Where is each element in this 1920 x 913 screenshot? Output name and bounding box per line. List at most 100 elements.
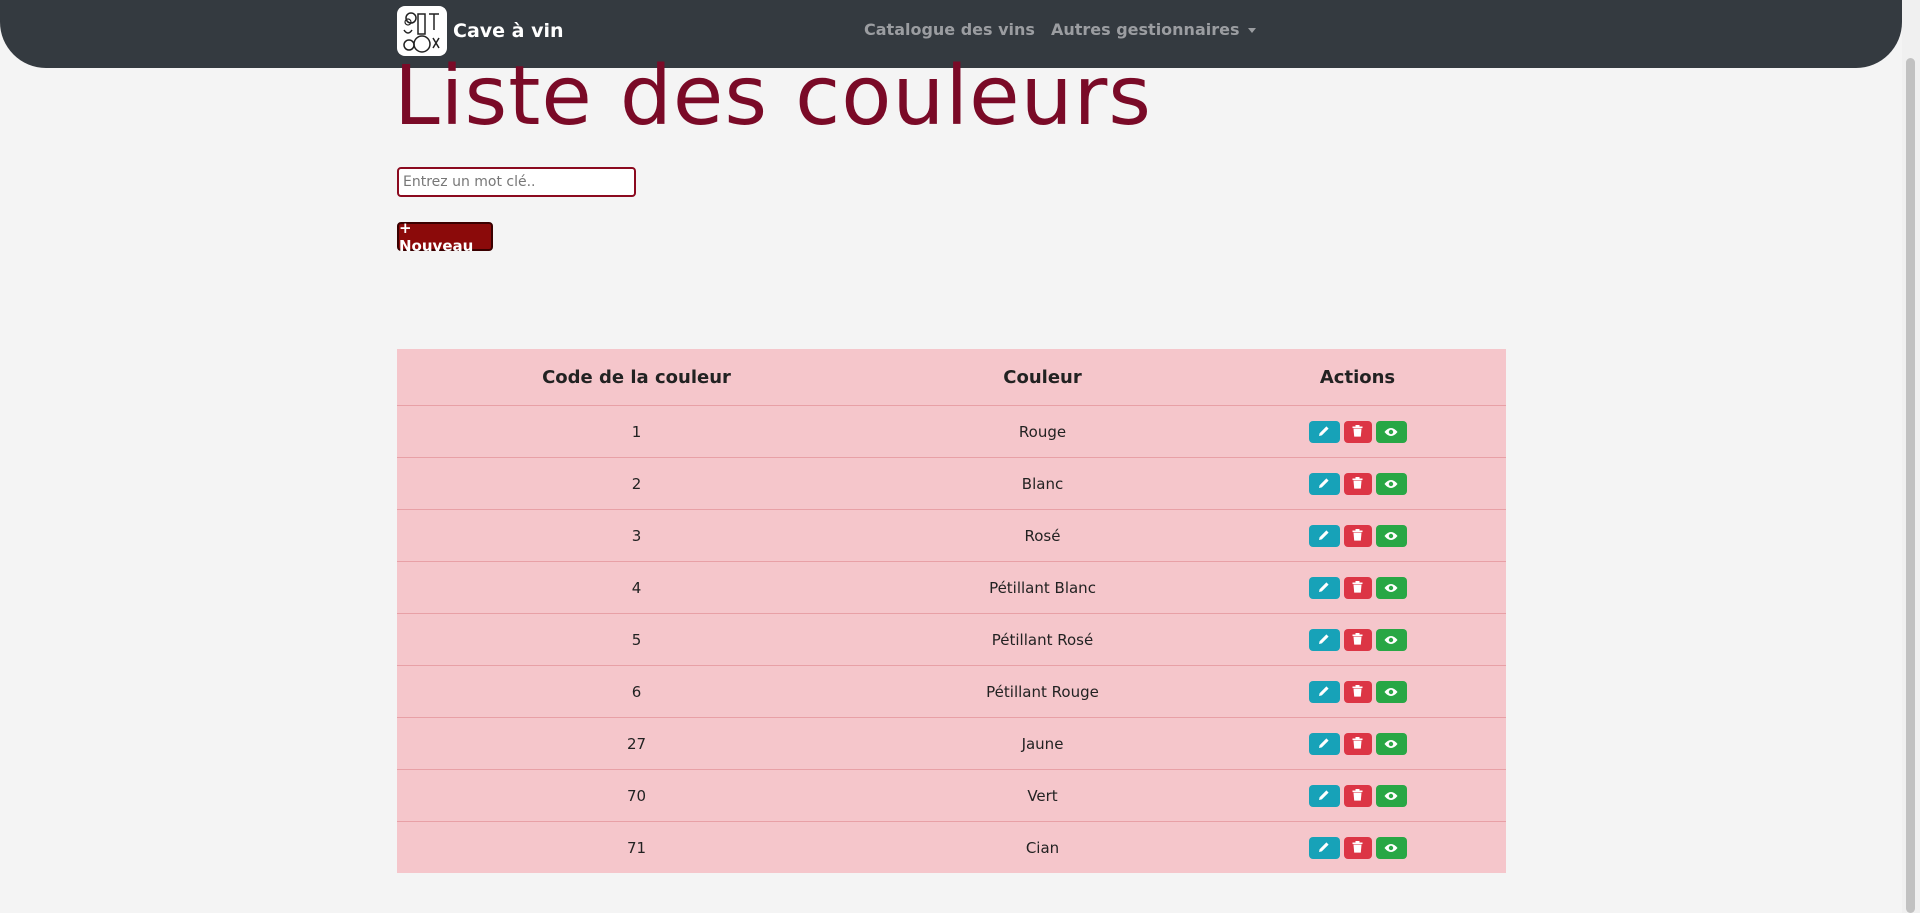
- edit-button[interactable]: [1308, 680, 1340, 703]
- table-row: 5 Pétillant Rosé: [397, 613, 1506, 666]
- cell-color: Pétillant Rouge: [876, 665, 1209, 718]
- eye-icon: [1384, 579, 1398, 597]
- cell-actions: [1209, 613, 1506, 666]
- edit-button[interactable]: [1308, 836, 1340, 859]
- trash-icon: [1352, 475, 1363, 493]
- trash-icon: [1352, 579, 1363, 597]
- view-button[interactable]: [1375, 784, 1407, 807]
- colors-table: Code de la couleur Couleur Actions 1 Roug…: [397, 349, 1506, 873]
- eye-icon: [1384, 787, 1398, 805]
- view-button[interactable]: [1375, 732, 1407, 755]
- table-row: 3 Rosé: [397, 509, 1506, 562]
- cell-actions: [1209, 717, 1506, 770]
- pencil-icon: [1318, 735, 1330, 753]
- trash-icon: [1352, 839, 1363, 857]
- table-row: 27 Jaune: [397, 717, 1506, 770]
- table-row: 1 Rouge: [397, 405, 1506, 458]
- table-row: 6 Pétillant Rouge: [397, 665, 1506, 718]
- edit-button[interactable]: [1308, 784, 1340, 807]
- pencil-icon: [1318, 787, 1330, 805]
- cell-color: Pétillant Rosé: [876, 613, 1209, 666]
- cell-color: Cian: [876, 821, 1209, 873]
- delete-button[interactable]: [1343, 524, 1372, 547]
- edit-button[interactable]: [1308, 472, 1340, 495]
- table-header-row: Code de la couleur Couleur Actions: [397, 349, 1506, 406]
- cell-color: Pétillant Blanc: [876, 561, 1209, 614]
- cell-color: Rosé: [876, 509, 1209, 562]
- cell-code: 27: [397, 717, 876, 770]
- delete-button[interactable]: [1343, 784, 1372, 807]
- cell-actions: [1209, 561, 1506, 614]
- table-body: 1 Rouge 2 Blanc 3 Rosé 4 Pétillant Blanc 5 Pétill…: [397, 405, 1506, 873]
- eye-icon: [1384, 683, 1398, 701]
- caret-down-icon: [1247, 28, 1256, 33]
- view-button[interactable]: [1375, 836, 1407, 859]
- view-button[interactable]: [1375, 524, 1407, 547]
- eye-icon: [1384, 631, 1398, 649]
- edit-button[interactable]: [1308, 420, 1340, 443]
- nav-links: Catalogue des vins Autres gestionnaires: [864, 20, 1256, 39]
- delete-button[interactable]: [1343, 836, 1372, 859]
- cell-actions: [1209, 509, 1506, 562]
- table-row: 70 Vert: [397, 769, 1506, 822]
- page-title: Liste des couleurs: [394, 49, 1153, 144]
- delete-button[interactable]: [1343, 680, 1372, 703]
- pencil-icon: [1318, 579, 1330, 597]
- eye-icon: [1384, 527, 1398, 545]
- cell-code: 71: [397, 821, 876, 873]
- trash-icon: [1352, 631, 1363, 649]
- nav-link-catalogue[interactable]: Catalogue des vins: [864, 20, 1035, 39]
- scrollbar-thumb[interactable]: [1906, 58, 1915, 913]
- pencil-icon: [1318, 527, 1330, 545]
- cell-code: 6: [397, 665, 876, 718]
- view-button[interactable]: [1375, 472, 1407, 495]
- edit-button[interactable]: [1308, 628, 1340, 651]
- search-input[interactable]: [397, 167, 636, 197]
- cell-code: 3: [397, 509, 876, 562]
- delete-button[interactable]: [1343, 628, 1372, 651]
- cell-color: Vert: [876, 769, 1209, 822]
- nav-dropdown-label: Autres gestionnaires: [1050, 20, 1240, 39]
- cell-code: 70: [397, 769, 876, 822]
- scrollbar[interactable]: [1902, 0, 1920, 913]
- table-row: 4 Pétillant Blanc: [397, 561, 1506, 614]
- view-button[interactable]: [1375, 680, 1407, 703]
- cell-actions: [1209, 457, 1506, 510]
- trash-icon: [1352, 527, 1363, 545]
- delete-button[interactable]: [1343, 472, 1372, 495]
- pencil-icon: [1318, 839, 1330, 857]
- cell-actions: [1209, 769, 1506, 822]
- view-button[interactable]: [1375, 628, 1407, 651]
- cell-actions: [1209, 665, 1506, 718]
- cell-code: 2: [397, 457, 876, 510]
- eye-icon: [1384, 475, 1398, 493]
- pencil-icon: [1318, 683, 1330, 701]
- view-button[interactable]: [1375, 420, 1407, 443]
- trash-icon: [1352, 735, 1363, 753]
- pencil-icon: [1318, 423, 1330, 441]
- edit-button[interactable]: [1308, 524, 1340, 547]
- delete-button[interactable]: [1343, 576, 1372, 599]
- eye-icon: [1384, 735, 1398, 753]
- cell-code: 1: [397, 405, 876, 458]
- edit-button[interactable]: [1308, 732, 1340, 755]
- new-button[interactable]: + Nouveau: [397, 219, 493, 255]
- cell-code: 5: [397, 613, 876, 666]
- header-code: Code de la couleur: [397, 349, 876, 406]
- table-row: 2 Blanc: [397, 457, 1506, 510]
- eye-icon: [1384, 839, 1398, 857]
- trash-icon: [1352, 787, 1363, 805]
- trash-icon: [1352, 683, 1363, 701]
- edit-button[interactable]: [1308, 576, 1340, 599]
- table-row: 71 Cian: [397, 821, 1506, 873]
- cell-code: 4: [397, 561, 876, 614]
- header-color: Couleur: [876, 349, 1209, 406]
- view-button[interactable]: [1375, 576, 1407, 599]
- delete-button[interactable]: [1343, 732, 1372, 755]
- trash-icon: [1352, 423, 1363, 441]
- pencil-icon: [1318, 631, 1330, 649]
- eye-icon: [1384, 423, 1398, 441]
- nav-dropdown-gestionnaires[interactable]: Autres gestionnaires: [1051, 20, 1256, 39]
- header-actions: Actions: [1209, 349, 1506, 406]
- delete-button[interactable]: [1343, 420, 1372, 443]
